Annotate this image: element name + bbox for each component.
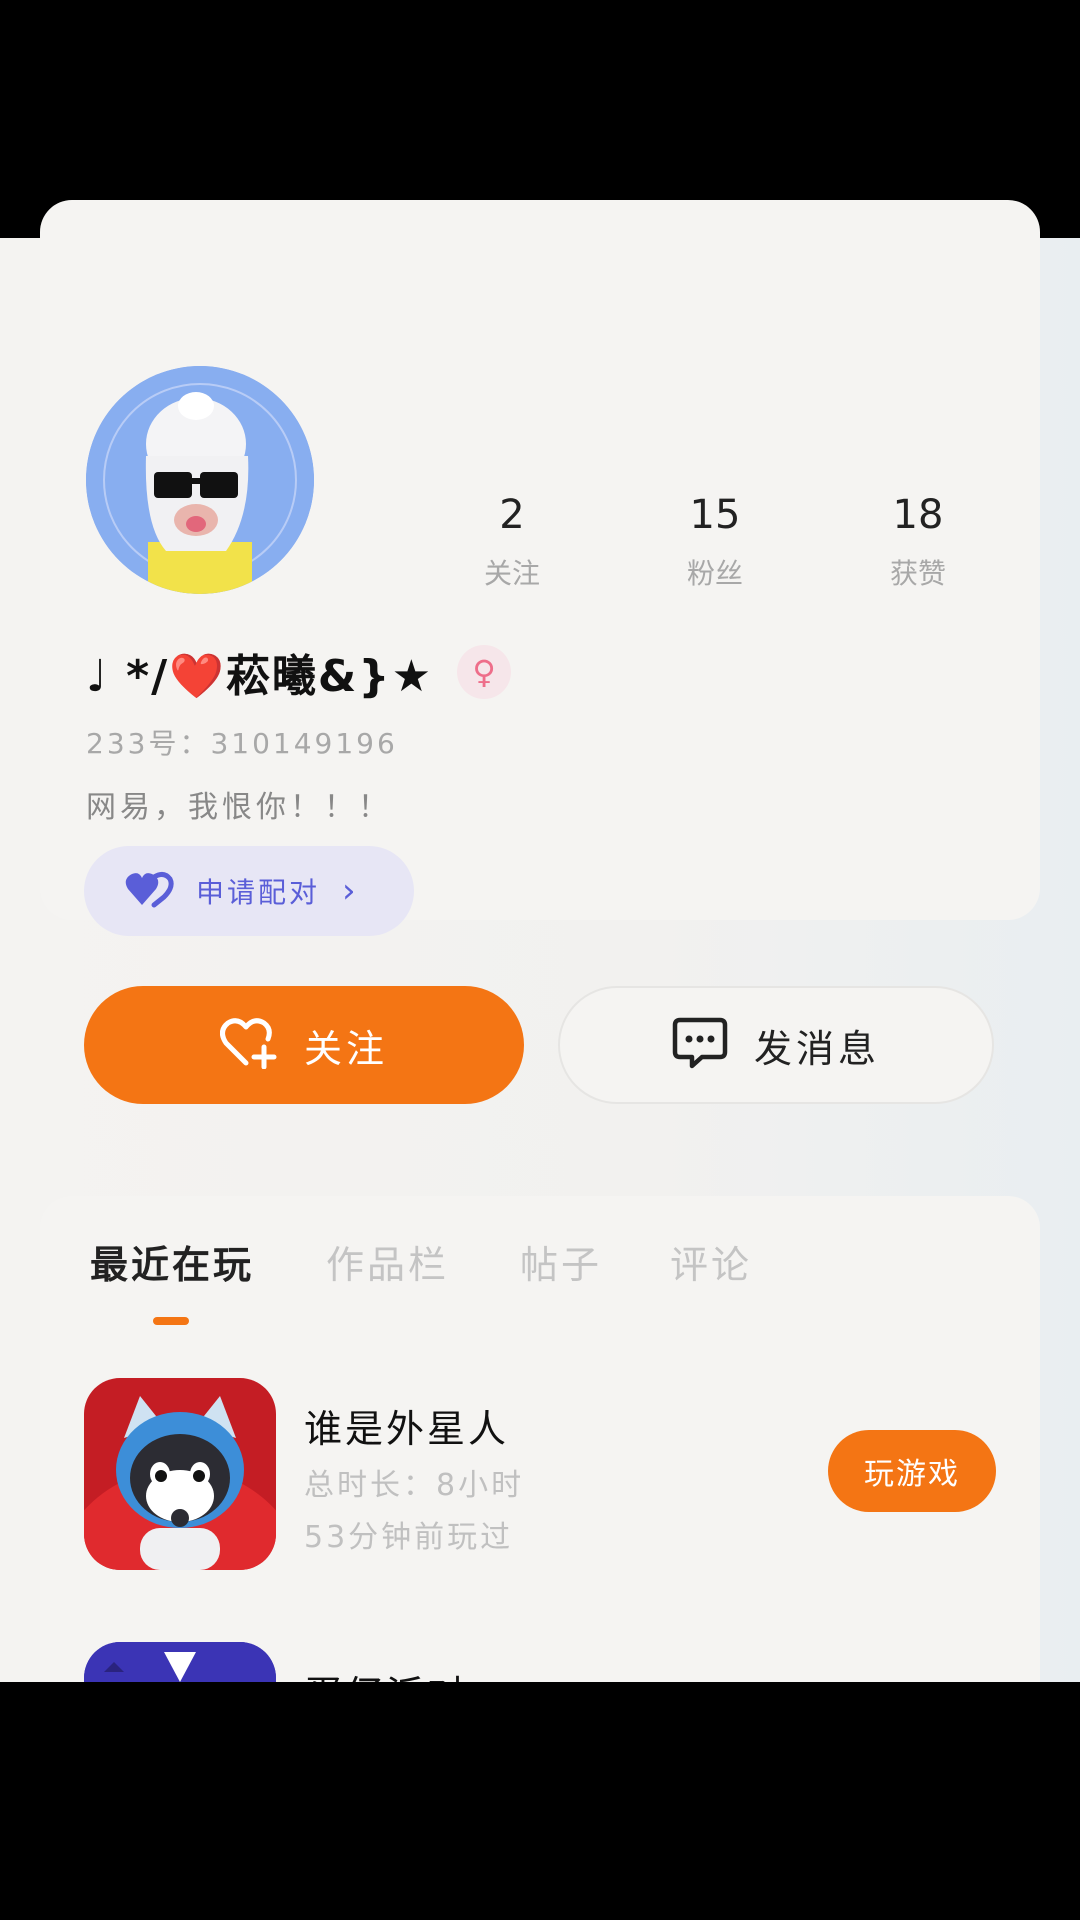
stat-fans-label: 粉丝 bbox=[686, 557, 743, 590]
stat-following-label: 关注 bbox=[483, 557, 540, 590]
double-heart-icon bbox=[124, 869, 174, 913]
stat-likes[interactable]: 18 获赞 bbox=[818, 490, 1018, 592]
bottom-letterbox bbox=[0, 1682, 1080, 1920]
apply-pair-button[interactable]: 申请配对 › bbox=[84, 846, 414, 936]
profile-name: ♩ */❤️菘曦&}★ bbox=[86, 651, 434, 702]
chat-bubble-icon bbox=[672, 1016, 728, 1074]
stat-fans-value: 15 bbox=[689, 492, 741, 538]
stat-likes-label: 获赞 bbox=[889, 557, 946, 590]
avatar[interactable] bbox=[86, 366, 314, 594]
stat-likes-value: 18 bbox=[892, 492, 944, 538]
stat-following-value: 2 bbox=[499, 492, 525, 538]
follow-button[interactable]: 关注 bbox=[84, 986, 524, 1104]
play-game-button[interactable]: 玩游戏 bbox=[828, 1430, 996, 1512]
game-icon bbox=[84, 1378, 276, 1570]
apply-pair-label: 申请配对 bbox=[196, 876, 321, 909]
tab-indicator bbox=[153, 1317, 189, 1325]
send-message-button[interactable]: 发消息 bbox=[558, 986, 994, 1104]
stats-row: 2 关注 15 粉丝 18 获赞 bbox=[420, 490, 1060, 610]
game-total-time: 总时长：8小时 bbox=[304, 1468, 525, 1503]
name-row: ♩ */❤️菘曦&}★ ♀ bbox=[86, 640, 512, 704]
profile-uid: 233号：310149196 bbox=[86, 727, 398, 760]
heart-plus-icon bbox=[219, 1017, 278, 1073]
tab-posts[interactable]: 帖子 bbox=[520, 1234, 602, 1289]
game-title: 谁是外星人 bbox=[304, 1407, 510, 1451]
game-list-item[interactable]: 谁是外星人 总时长：8小时 53分钟前玩过 玩游戏 bbox=[84, 1378, 996, 1570]
stat-fans[interactable]: 15 粉丝 bbox=[615, 490, 815, 592]
game-last-played: 53分钟前玩过 bbox=[304, 1520, 514, 1555]
profile-bio: 网易，我恨你！！！ bbox=[86, 790, 392, 825]
chevron-right-icon: › bbox=[342, 871, 356, 911]
stat-following[interactable]: 2 关注 bbox=[412, 490, 612, 592]
follow-label: 关注 bbox=[303, 1026, 388, 1071]
tab-comments[interactable]: 评论 bbox=[670, 1234, 752, 1289]
send-message-label: 发消息 bbox=[753, 1026, 880, 1071]
tab-recently-playing[interactable]: 最近在玩 bbox=[90, 1234, 254, 1289]
tab-works[interactable]: 作品栏 bbox=[326, 1234, 449, 1289]
female-icon: ♀ bbox=[457, 645, 512, 699]
